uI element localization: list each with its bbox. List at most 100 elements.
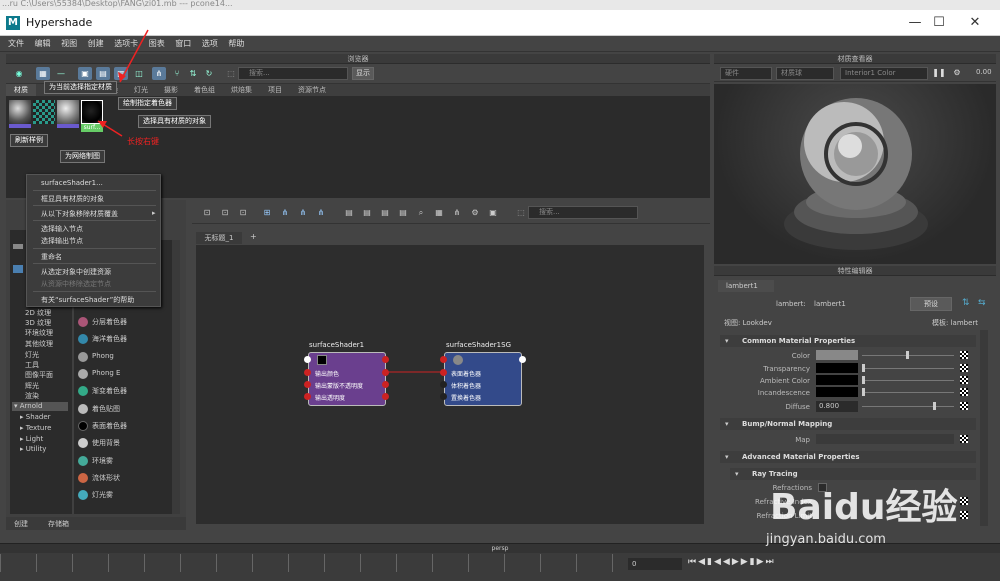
category-item[interactable]: ▸ Light (20, 435, 43, 443)
map-button-icon[interactable] (960, 402, 968, 410)
context-item-frame[interactable]: 框显具有材质的对象 (41, 194, 104, 204)
shader-item[interactable]: 环境雾 (78, 456, 113, 466)
color-swatch[interactable] (816, 350, 858, 360)
node-output-pin[interactable] (382, 356, 389, 363)
graph-tool-icon[interactable]: ▤ (360, 206, 374, 219)
shader-item[interactable]: Phong (78, 352, 114, 362)
graph-tool-icon[interactable]: ⋔ (314, 206, 328, 219)
slider-handle[interactable] (862, 388, 865, 396)
shader-item[interactable]: 海洋着色器 (78, 334, 127, 344)
renderer-select[interactable]: 硬件 (720, 67, 772, 80)
menu-window[interactable]: 窗口 (175, 36, 191, 52)
graph-search-input[interactable]: 搜索... (528, 206, 638, 219)
node-input-pin[interactable] (440, 369, 447, 376)
map-button-icon[interactable] (960, 351, 968, 359)
graph-tool-icon[interactable]: ⊡ (218, 206, 232, 219)
category-item[interactable]: 3D 纹理 (25, 318, 51, 328)
node-output-pin[interactable] (382, 381, 389, 388)
browser-search-input[interactable]: 搜索... (238, 67, 348, 80)
slider-handle[interactable] (933, 402, 936, 410)
swatch-lambert[interactable] (9, 100, 31, 124)
category-item[interactable]: ▸ Texture (20, 424, 51, 432)
section-bump[interactable]: Bump/Normal Mapping (720, 418, 976, 430)
shading-group-node[interactable]: 表面着色器 体积着色器 置换着色器 (444, 352, 522, 406)
tab-bake-sets[interactable]: 烘焙集 (223, 84, 260, 96)
settings-icon[interactable]: ⚙ (950, 66, 964, 79)
collapse-icon[interactable]: ▾ (725, 453, 729, 461)
shader-item[interactable]: 表面着色器 (78, 421, 127, 431)
graph-tab[interactable]: 无标题_1 (196, 232, 242, 244)
incandescence-swatch[interactable] (816, 387, 858, 397)
shader-item[interactable]: 渐变着色器 (78, 386, 127, 396)
graph-tool-icon[interactable]: ⋔ (450, 206, 464, 219)
node-input-pin[interactable] (440, 381, 447, 388)
graph-tool-icon[interactable]: ⋔ (296, 206, 310, 219)
node-input-pin[interactable] (304, 393, 311, 400)
attr-scrollbar[interactable] (980, 330, 988, 526)
preset-button[interactable]: 预设 (910, 297, 952, 311)
collapse-icon[interactable]: ▾ (725, 420, 729, 428)
category-item[interactable]: 辉光 (25, 381, 39, 391)
category-item[interactable]: 灯光 (25, 350, 39, 360)
shader-item[interactable]: 灯光雾 (78, 490, 113, 500)
category-item[interactable]: ▸ Shader (20, 413, 51, 421)
category-item[interactable]: 渲染 (25, 391, 39, 401)
graph-tool-icon[interactable]: ▤ (378, 206, 392, 219)
grid-icon[interactable]: ▦ (36, 67, 50, 80)
collapse-icon[interactable]: ▾ (735, 470, 739, 478)
playback-controls[interactable]: ⏮◀▮◀◀▶▶▮▶⏭ (688, 557, 776, 567)
graph-tool-icon[interactable]: ⋔ (278, 206, 292, 219)
graph-icon[interactable]: ⑂ (170, 67, 184, 80)
show-icon[interactable]: ⇆ (978, 298, 986, 308)
minimize-button[interactable]: — (902, 14, 928, 32)
transparency-swatch[interactable] (816, 363, 858, 373)
swatch-particle[interactable] (33, 100, 55, 124)
expand-icon[interactable] (13, 265, 23, 273)
tab-projects[interactable]: 项目 (260, 84, 290, 96)
category-item[interactable]: 2D 纹理 (25, 308, 51, 318)
map-button-icon[interactable] (960, 364, 968, 372)
time-slider[interactable] (0, 554, 620, 572)
graph-tool-icon[interactable]: ▤ (396, 206, 410, 219)
menu-edit[interactable]: 编辑 (35, 36, 51, 52)
map-button-icon[interactable] (960, 435, 968, 443)
ambient-slider[interactable] (862, 380, 954, 381)
tab-create[interactable]: 创建 (14, 519, 28, 529)
tab-shading-groups[interactable]: 着色组 (186, 84, 223, 96)
shape-select[interactable]: 材质球 (776, 67, 834, 80)
menu-options[interactable]: 选项 (202, 36, 218, 52)
shader-scrollbar[interactable] (172, 240, 180, 514)
shader-item[interactable]: Phong E (78, 369, 120, 379)
slider-handle[interactable] (862, 376, 865, 384)
context-item-select-input[interactable]: 选择输入节点 (41, 224, 83, 234)
search-icon[interactable]: ⌕ (414, 206, 428, 219)
menu-file[interactable]: 文件 (8, 36, 24, 52)
menu-view[interactable]: 视图 (61, 36, 77, 52)
graph-tool-icon[interactable]: ▦ (432, 206, 446, 219)
context-item-help[interactable]: 有关“surfaceShader”的帮助 (41, 295, 134, 305)
tab-materials[interactable]: 材质 (6, 84, 36, 96)
category-item[interactable]: 环境纹理 (25, 328, 53, 338)
map-button-icon[interactable] (960, 376, 968, 384)
graph-tool-icon[interactable]: ▤ (342, 206, 356, 219)
map-field[interactable] (816, 434, 954, 444)
environment-select[interactable]: Interior1 Color (840, 67, 928, 80)
filter-icon[interactable]: ⬚ (224, 67, 238, 80)
select-icon[interactable]: ⇅ (186, 67, 200, 80)
transparency-slider[interactable] (862, 368, 954, 369)
graph-tool-icon[interactable]: ▣ (486, 206, 500, 219)
graph-tool-icon[interactable]: ⊞ (260, 206, 274, 219)
incandescence-slider[interactable] (862, 392, 954, 393)
refresh-icon[interactable]: ↻ (202, 67, 216, 80)
graph-tool-icon[interactable]: ⊡ (236, 206, 250, 219)
section-advanced[interactable]: Advanced Material Properties (720, 451, 976, 463)
map-button-icon[interactable] (960, 388, 968, 396)
node-output-pin[interactable] (382, 393, 389, 400)
diffuse-slider[interactable] (862, 406, 954, 407)
graph-tool-icon[interactable]: ⚙ (468, 206, 482, 219)
context-item-rename[interactable]: 重命名 (41, 252, 62, 262)
tab-asset-nodes[interactable]: 资源节点 (290, 84, 334, 96)
category-item[interactable]: 其他纹理 (25, 339, 53, 349)
node-input-pin[interactable] (440, 356, 447, 363)
node-input-pin[interactable] (304, 381, 311, 388)
